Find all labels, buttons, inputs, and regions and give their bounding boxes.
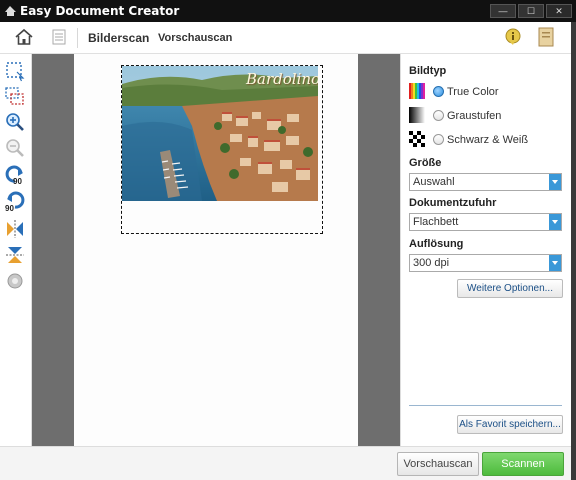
- rotate-left-90-icon[interactable]: 90: [4, 164, 26, 186]
- black-white-label: Schwarz & Weiß: [447, 134, 529, 146]
- true-color-swatch-icon: [409, 83, 425, 99]
- rotate-left-arrow-icon: 90: [5, 165, 23, 186]
- flip-vertical-icon[interactable]: [4, 244, 26, 266]
- resolution-label: Auflösung: [409, 238, 464, 250]
- resolution-value: 300 dpi: [413, 257, 450, 269]
- list-icon[interactable]: [50, 28, 68, 46]
- zoom-in-icon[interactable]: [4, 111, 26, 133]
- close-button[interactable]: ✕: [546, 4, 572, 18]
- tab-bilderscan[interactable]: Bilderscan: [88, 31, 149, 45]
- scan-preview-area[interactable]: Bardolino: [32, 54, 400, 446]
- size-select[interactable]: Auswahl: [409, 173, 562, 191]
- rotate-right-label: 90: [5, 204, 14, 212]
- image-type-label: Bildtyp: [409, 65, 447, 77]
- title-bar: Easy Document Creator — ☐ ✕: [0, 0, 576, 22]
- image-type-black-white[interactable]: Schwarz & Weiß: [409, 131, 569, 149]
- grayscale-swatch-icon: [409, 107, 425, 123]
- panel-divider: [409, 405, 562, 406]
- image-type-grayscale[interactable]: Graustufen: [409, 107, 569, 125]
- save-favorite-button[interactable]: Als Favorit speichern...: [457, 415, 563, 434]
- minimize-button[interactable]: —: [490, 4, 516, 18]
- flip-horizontal-icon[interactable]: [4, 218, 26, 240]
- footer-bar: Vorschauscan Scannen: [0, 446, 571, 480]
- rotate-right-90-icon[interactable]: 90: [4, 190, 26, 213]
- window-edge: [571, 22, 576, 480]
- rotate-left-label: 90: [13, 177, 22, 186]
- maximize-button[interactable]: ☐: [518, 4, 544, 18]
- chevron-down-icon: [549, 214, 561, 230]
- chevron-down-icon: [549, 174, 561, 190]
- more-options-button[interactable]: Weitere Optionen...: [457, 279, 563, 298]
- zoom-out-icon[interactable]: [4, 137, 26, 159]
- resolution-select[interactable]: 300 dpi: [409, 254, 562, 272]
- scan-selection-frame[interactable]: [121, 65, 323, 234]
- true-color-radio[interactable]: [433, 86, 444, 97]
- scan-button[interactable]: Scannen: [482, 452, 564, 476]
- tab-vorschauscan[interactable]: Vorschauscan: [158, 32, 232, 44]
- header-divider: [77, 28, 78, 48]
- black-white-swatch-icon: [409, 131, 425, 147]
- grayscale-radio[interactable]: [433, 110, 444, 121]
- document-icon[interactable]: [538, 27, 554, 47]
- chevron-down-icon: [549, 255, 561, 271]
- select-area-icon[interactable]: [4, 60, 26, 82]
- settings-panel: Bildtyp True Color Graustufen Schwarz & …: [400, 54, 571, 446]
- document-feed-select[interactable]: Flachbett: [409, 213, 562, 231]
- black-white-radio[interactable]: [433, 134, 444, 145]
- multi-select-icon[interactable]: [4, 85, 26, 107]
- info-icon[interactable]: [504, 28, 522, 46]
- rotate-right-arrow-icon: 90: [5, 191, 25, 213]
- size-value: Auswahl: [413, 176, 455, 188]
- size-label: Größe: [409, 157, 442, 169]
- window-title: Easy Document Creator: [20, 4, 180, 18]
- preview-scan-button[interactable]: Vorschauscan: [397, 452, 479, 476]
- auto-adjust-icon[interactable]: [4, 270, 26, 292]
- document-feed-value: Flachbett: [413, 216, 459, 228]
- document-feed-label: Dokumentzufuhr: [409, 197, 497, 209]
- true-color-label: True Color: [447, 86, 499, 98]
- image-type-true-color[interactable]: True Color: [409, 83, 569, 101]
- header-bar: Bilderscan Vorschauscan: [0, 22, 571, 54]
- home-icon[interactable]: [14, 27, 34, 47]
- left-toolbar: 90 90: [0, 54, 32, 480]
- grayscale-label: Graustufen: [447, 110, 502, 122]
- app-logo-icon: [5, 6, 16, 16]
